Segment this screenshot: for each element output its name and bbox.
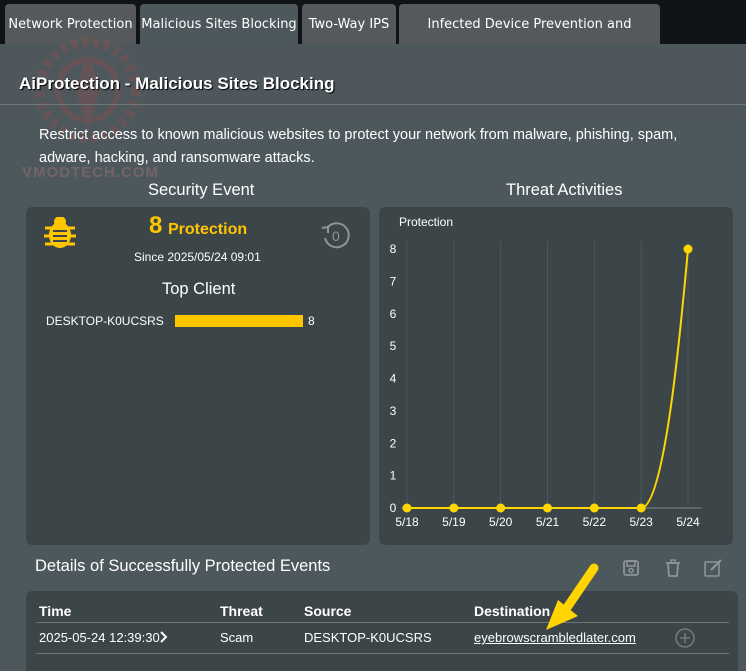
table-row-divider (36, 653, 729, 654)
security-event-title: Security Event (148, 181, 255, 199)
table-row: 2025-05-24 12:39:30 Scam DESKTOP-K0UCSRS… (26, 623, 738, 653)
chevron-right-icon (160, 631, 168, 643)
since-timestamp: Since 2025/05/24 09:01 (134, 250, 261, 264)
bug-icon (44, 217, 76, 248)
column-header-threat: Threat (220, 603, 263, 619)
threat-chart: Protection 0 1 2 3 4 5 6 7 8 5/18 5/19 5/20 5/21 5/22 5… (390, 215, 702, 529)
client-name: DESKTOP-K0UCSRS (46, 314, 164, 328)
tab-two-way-ips[interactable]: Two-Way IPS (302, 4, 396, 44)
x-tick-label: 5/21 (536, 515, 560, 529)
data-point (402, 503, 412, 513)
threat-activities-panel: Protection 0 1 2 3 4 5 6 7 8 5/18 5/19 5/20 5/21 5/22 5… (379, 207, 733, 545)
edit-button[interactable] (703, 558, 723, 578)
tab-infected-device-prevention[interactable]: Infected Device Prevention and Blocking (399, 4, 660, 74)
x-tick-label: 5/18 (395, 515, 419, 529)
y-tick-label: 1 (390, 469, 397, 483)
client-bar (175, 315, 303, 327)
reset-count: 0 (332, 228, 340, 244)
data-point (449, 503, 459, 513)
x-tick-label: 5/23 (629, 515, 653, 529)
y-tick-label: 5 (390, 339, 397, 353)
column-header-time: Time (39, 603, 72, 619)
y-tick-label: 6 (390, 307, 397, 321)
legend-protection: Protection (399, 215, 453, 229)
client-value: 8 (308, 314, 315, 328)
edit-icon (704, 559, 722, 577)
save-button[interactable] (621, 558, 641, 578)
x-tick-label: 5/19 (442, 515, 466, 529)
protection-count: 8 (149, 212, 163, 239)
reset-counter-button[interactable]: 0 (320, 221, 352, 251)
add-to-whitelist-button[interactable] (674, 627, 696, 649)
y-tick-label: 8 (390, 242, 397, 256)
x-tick-label: 5/24 (676, 515, 700, 529)
top-client-title: Top Client (162, 280, 236, 298)
data-point (683, 244, 693, 254)
title-divider (0, 104, 746, 105)
page-title: AiProtection - Malicious Sites Blocking (19, 74, 335, 93)
y-tick-label: 0 (390, 501, 397, 515)
data-point (589, 503, 599, 513)
plus-circle-icon (675, 628, 695, 648)
save-icon (623, 560, 639, 576)
data-point (636, 503, 646, 513)
data-point (496, 503, 506, 513)
annotation-arrow-icon (546, 563, 599, 630)
x-tick-label: 5/20 (489, 515, 513, 529)
x-tick-label: 5/22 (583, 515, 607, 529)
y-tick-label: 2 (390, 436, 397, 450)
trash-icon (666, 559, 680, 577)
page-description: Restrict access to known malicious websi… (39, 127, 678, 166)
expand-row-button[interactable] (157, 629, 171, 645)
y-tick-label: 4 (390, 372, 397, 386)
event-source: DESKTOP-K0UCSRS (304, 630, 432, 645)
delete-button[interactable] (663, 558, 683, 578)
y-tick-label: 3 (390, 404, 397, 418)
data-point (543, 503, 552, 513)
details-title: Details of Successfully Protected Events (35, 557, 331, 575)
event-time: 2025-05-24 12:39:30 (39, 630, 160, 645)
protection-label: Protection (168, 221, 248, 238)
tab-malicious-sites-blocking[interactable]: Malicious Sites Blocking (140, 4, 298, 44)
column-header-source: Source (304, 603, 352, 619)
events-table: Time Threat Source Destination 2025-05-2… (26, 591, 738, 671)
threat-activities-title: Threat Activities (506, 181, 623, 199)
y-tick-label: 7 (390, 274, 397, 288)
event-threat: Scam (220, 630, 254, 645)
